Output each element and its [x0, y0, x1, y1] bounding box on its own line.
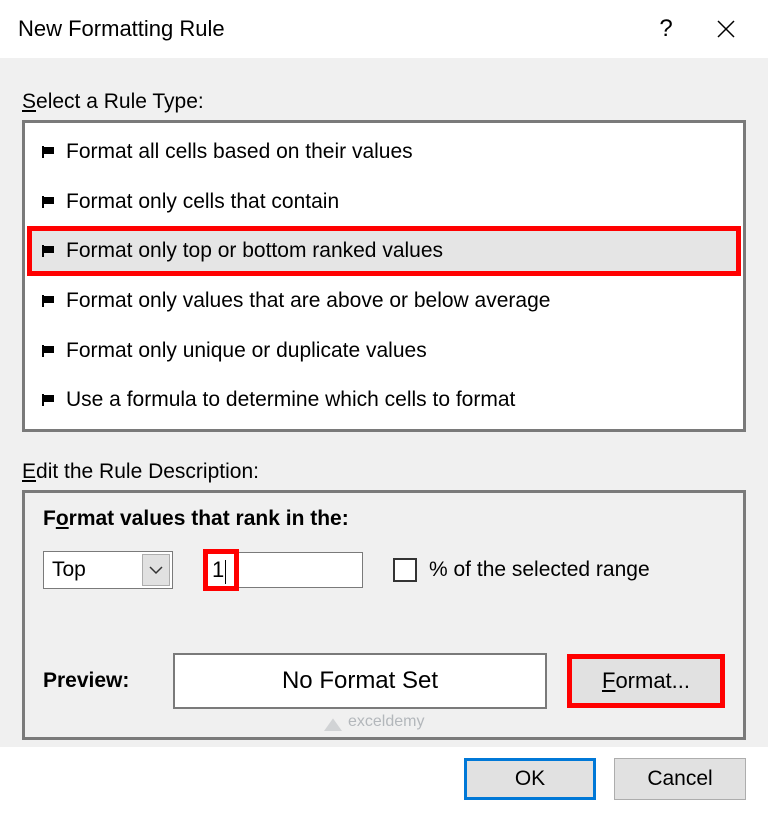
rank-count-input-remainder — [239, 552, 363, 588]
dialog-footer: OK Cancel — [0, 740, 768, 818]
rule-label: Format only values that are above or bel… — [66, 283, 550, 319]
rule-icon — [42, 245, 56, 257]
titlebar: New Formatting Rule ? — [0, 0, 768, 58]
rule-label: Use a formula to determine which cells t… — [66, 382, 515, 418]
rank-count-value: 1 — [212, 557, 224, 583]
edit-rule-section: Format values that rank in the: Top 1 — [22, 490, 746, 740]
preview-label: Preview: — [43, 669, 153, 693]
rank-direction-value: Top — [52, 558, 86, 582]
rule-icon — [42, 394, 56, 406]
dialog-title: New Formatting Rule — [18, 16, 636, 42]
rule-type-item[interactable]: Format all cells based on their values — [27, 127, 741, 177]
edit-rule-description-label: Edit the Rule Description: — [22, 460, 746, 484]
close-button[interactable] — [696, 2, 756, 56]
percent-checkbox[interactable]: % of the selected range — [393, 558, 650, 582]
text-caret — [225, 560, 226, 584]
checkbox-box — [393, 558, 417, 582]
format-button[interactable]: Format... — [567, 654, 725, 708]
help-button[interactable]: ? — [636, 2, 696, 56]
rank-direction-select[interactable]: Top — [43, 551, 173, 589]
rank-count-value-box: 1 — [203, 549, 239, 591]
ok-button[interactable]: OK — [464, 758, 596, 800]
preview-text: No Format Set — [282, 667, 438, 695]
select-rule-type-label: Select a Rule Type: — [22, 90, 746, 114]
rule-label: Format all cells based on their values — [66, 134, 413, 170]
close-icon — [716, 19, 736, 39]
rule-icon — [42, 345, 56, 357]
rule-type-item[interactable]: Format only cells that contain — [27, 177, 741, 227]
rule-label: Format only unique or duplicate values — [66, 333, 427, 369]
rule-icon — [42, 196, 56, 208]
cancel-button[interactable]: Cancel — [614, 758, 746, 800]
percent-label: % of the selected range — [429, 558, 650, 582]
rule-type-item-selected[interactable]: Format only top or bottom ranked values — [27, 226, 741, 276]
rule-type-item[interactable]: Format only values that are above or bel… — [27, 276, 741, 326]
rule-type-item[interactable]: Format only unique or duplicate values — [27, 326, 741, 376]
rule-type-item[interactable]: Use a formula to determine which cells t… — [27, 375, 741, 425]
rule-label: Format only top or bottom ranked values — [66, 233, 443, 269]
rank-heading: Format values that rank in the: — [43, 507, 725, 531]
rank-count-field[interactable]: 1 — [203, 549, 363, 591]
rule-icon — [42, 146, 56, 158]
chevron-down-icon — [142, 554, 170, 586]
new-formatting-rule-dialog: New Formatting Rule ? Select a Rule Type… — [0, 0, 768, 747]
rule-icon — [42, 295, 56, 307]
preview-box: No Format Set — [173, 653, 547, 709]
rule-type-list: Format all cells based on their values F… — [22, 120, 746, 432]
rule-label: Format only cells that contain — [66, 184, 339, 220]
